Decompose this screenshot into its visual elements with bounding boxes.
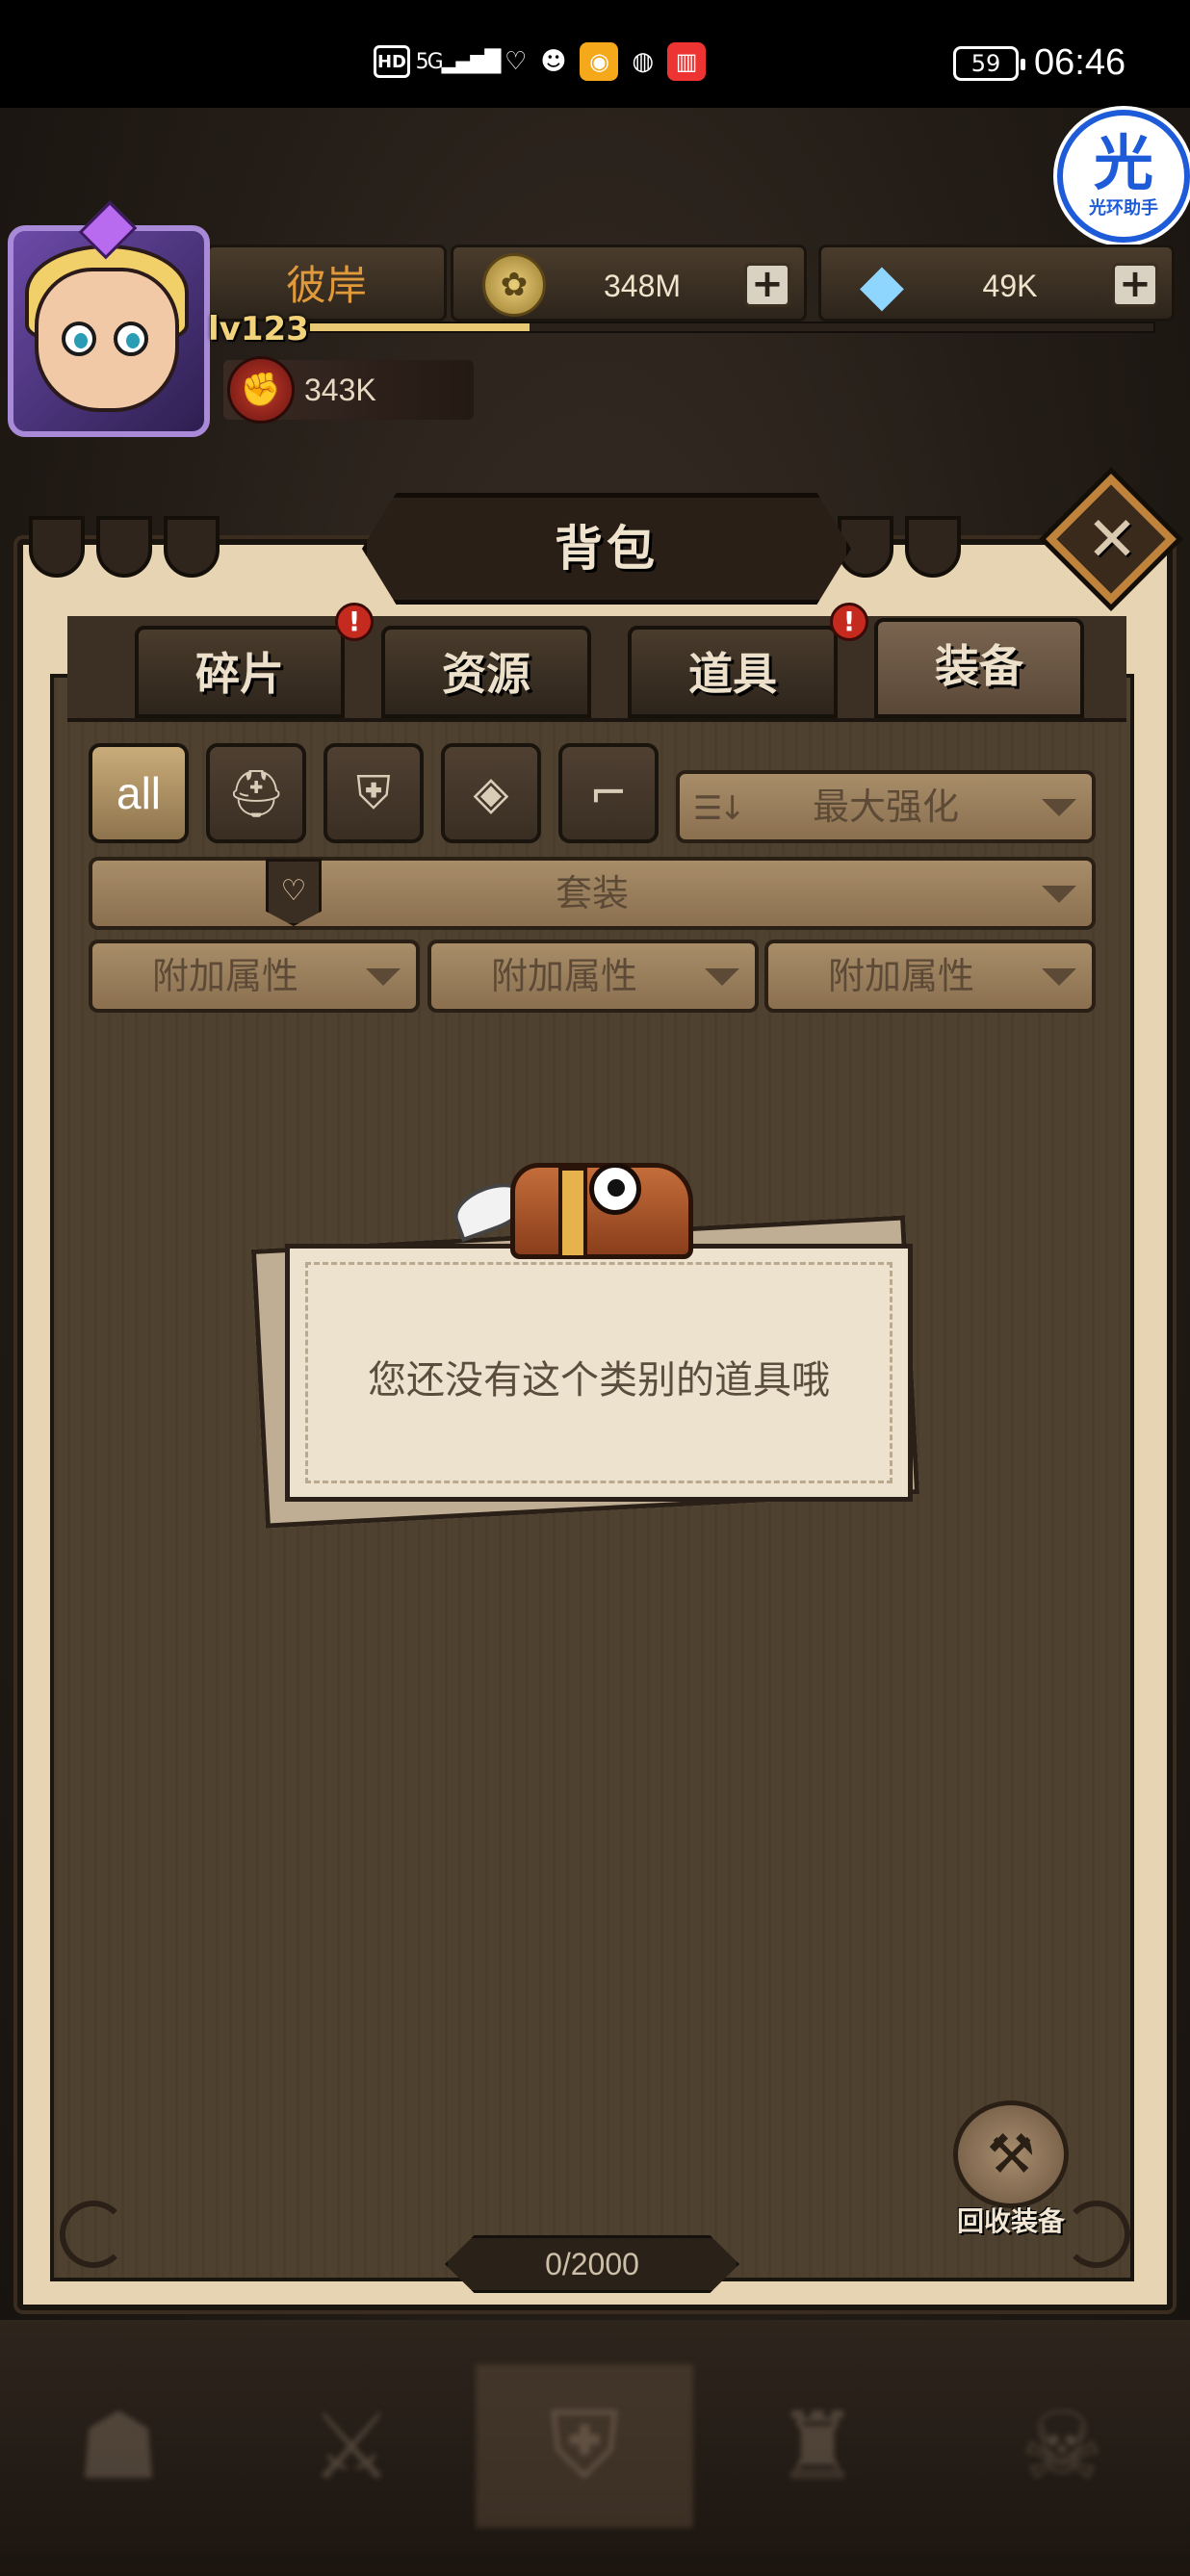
assistant-logo: 光 [1093,128,1153,198]
helmet-icon: ⛑ [226,766,286,821]
avatar-face [35,268,179,412]
chevron-down-icon [705,968,739,986]
tab-items[interactable]: 道具 [628,626,838,718]
filter-all-button[interactable]: all [89,743,189,843]
tab-fragments[interactable]: 碎片 [135,626,345,718]
set-dropdown-label: 套装 [555,872,629,914]
empty-state-message: 您还没有这个类别的道具哦 [368,1358,830,1403]
attr-dropdown-2[interactable]: 附加属性 [427,940,759,1013]
accessory-icon: ◈ [473,766,509,820]
coin-icon: ✿ [482,253,546,317]
alert-badge-fragments: ! [335,603,374,641]
gold-counter: ✿ 348M + [451,245,807,322]
book-icon: ▥ [667,42,707,81]
tab-resources[interactable]: 资源 [381,626,591,718]
xp-bar-fill [310,323,530,331]
attr-dropdown-1[interactable]: 附加属性 [89,940,420,1013]
player-avatar[interactable] [0,200,216,437]
power-value: 343K [304,373,376,407]
attr-dropdown-label: 附加属性 [151,955,298,997]
chevron-down-icon [1042,968,1076,986]
status-icons: HD 5G ▂▄▆█ ♡ ☻ ◉ ◍ ▥ [374,42,707,81]
armor-icon: ⛨ [355,765,391,820]
chevron-down-icon [1042,799,1076,816]
bottom-nav: ☗ ⚔ ⛨ ♜ ☠ [0,2320,1190,2576]
empty-state-card: 您还没有这个类别的道具哦 [285,1244,913,1502]
nav-item-2[interactable]: ⚔ [243,2364,460,2528]
basketball-icon: ◍ [632,47,655,76]
add-gems-button[interactable]: + [1112,263,1158,307]
diamond-icon: ◆ [859,251,905,319]
gold-value: 348M [603,269,682,303]
nav-item-5[interactable]: ☠ [953,2364,1171,2528]
recycle-equipment-button[interactable]: ⚒ 回收装备 [944,2100,1078,2245]
sort-dropdown[interactable]: ☰↓ 最大强化 [676,770,1096,843]
close-button[interactable]: ✕ [1046,474,1177,605]
inventory-capacity: 0/2000 [545,2247,639,2281]
fist-icon: ✊ [227,356,295,424]
panel-title: 背包 [555,521,659,577]
weibo-icon: ◉ [580,42,619,81]
chevron-down-icon [366,968,401,986]
filter-helmet-button[interactable]: ⛑ [206,743,306,843]
tab-bar: 碎片 资源 道具 装备 [67,616,1126,722]
attr-dropdown-label: 附加属性 [827,955,974,997]
nav-item-4[interactable]: ♜ [709,2364,926,2528]
alert-badge-items: ! [830,603,868,641]
assistant-label: 光环助手 [1089,198,1158,219]
corner-ornament-left [60,2201,127,2268]
add-gold-button[interactable]: + [744,263,790,307]
close-icon: ✕ [1086,504,1138,576]
filter-boots-button[interactable]: ⌐ [558,743,659,843]
player-level: lv123 [208,310,309,348]
filter-accessory-button[interactable]: ◈ [441,743,541,843]
boots-icon: ⌐ [588,766,629,820]
attr-dropdown-label: 附加属性 [490,955,637,997]
status-bar: HD 5G ▂▄▆█ ♡ ☻ ◉ ◍ ▥ 59 06:46 [0,0,1190,108]
nav-item-3[interactable]: ⛨ [476,2364,693,2528]
tab-equipment[interactable]: 装备 [874,618,1084,718]
avatar-eye-right [114,322,148,356]
gem-value: 49K [982,269,1038,303]
health-icon: ♡ [504,47,528,76]
hd-icon: HD [374,45,410,78]
recycle-label: 回收装备 [956,2205,1065,2237]
attr-dropdown-3[interactable]: 附加属性 [764,940,1096,1013]
clock: 06:46 [1034,42,1126,83]
signal-icon: 5G ▂▄▆█ [415,49,502,74]
nav-item-1[interactable]: ☗ [10,2364,227,2528]
battery-icon: 59 [953,46,1025,81]
qq-icon: ☻ [540,47,567,76]
winged-chest-icon [447,1144,693,1259]
chevron-down-icon [1042,886,1076,903]
filter-armor-button[interactable]: ⛨ [323,743,424,843]
set-dropdown[interactable]: ♡ 套装 [89,857,1096,930]
avatar-eye-left [62,322,96,356]
gem-counter: ◆ 49K + [818,245,1175,322]
sort-dropdown-label: 最大强化 [812,786,959,828]
recycle-icon: ⚒ [953,2100,1069,2208]
assistant-float-button[interactable]: 光 光环助手 [1057,110,1190,243]
corner-ornament-right [1063,2201,1130,2268]
